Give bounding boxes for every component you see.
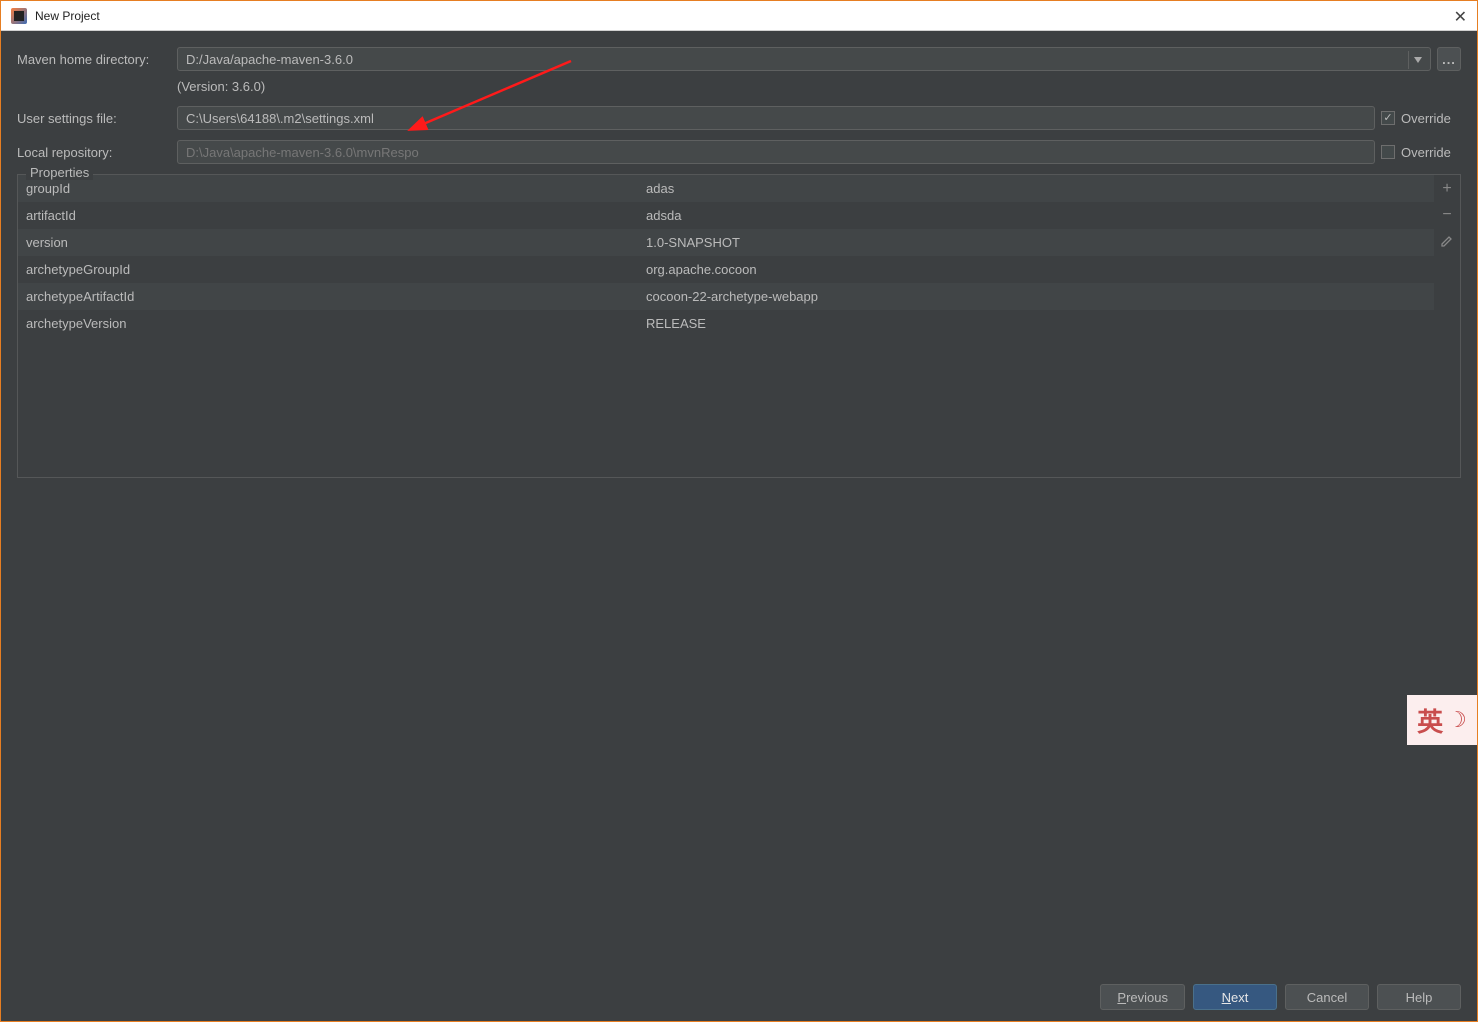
- prop-key: archetypeArtifactId: [18, 289, 638, 304]
- ellipsis-icon: ...: [1442, 52, 1456, 67]
- cancel-button[interactable]: Cancel: [1285, 984, 1369, 1010]
- override-user-settings-checkbox[interactable]: [1381, 111, 1395, 125]
- prop-val: RELEASE: [638, 316, 1434, 331]
- previous-button[interactable]: Previous: [1100, 984, 1185, 1010]
- table-row[interactable]: groupId adas: [18, 175, 1434, 202]
- next-button[interactable]: Next: [1193, 984, 1277, 1010]
- maven-home-value: D:/Java/apache-maven-3.6.0: [186, 52, 353, 67]
- label-user-settings: User settings file:: [17, 111, 177, 126]
- table-row[interactable]: artifactId adsda: [18, 202, 1434, 229]
- table-row[interactable]: version 1.0-SNAPSHOT: [18, 229, 1434, 256]
- add-property-button[interactable]: +: [1437, 179, 1457, 199]
- app-icon: [11, 8, 27, 24]
- prop-val: adas: [638, 181, 1434, 196]
- label-local-repo: Local repository:: [17, 145, 177, 160]
- maven-version-note: (Version: 3.6.0): [177, 79, 1461, 94]
- dialog-footer: Previous Next Cancel Help: [1, 973, 1477, 1021]
- local-repo-value: D:\Java\apache-maven-3.6.0\mvnRespo: [186, 145, 419, 160]
- row-maven-home: Maven home directory: D:/Java/apache-mav…: [17, 47, 1461, 71]
- prop-val: 1.0-SNAPSHOT: [638, 235, 1434, 250]
- window-title: New Project: [35, 9, 100, 23]
- edit-property-button[interactable]: [1437, 231, 1457, 251]
- ime-char: 英: [1417, 702, 1443, 739]
- override-local-repo-label: Override: [1401, 145, 1451, 160]
- ime-indicator[interactable]: 英 ☽: [1407, 695, 1477, 745]
- table-row[interactable]: archetypeVersion RELEASE: [18, 310, 1434, 337]
- prop-val: cocoon-22-archetype-webapp: [638, 289, 1434, 304]
- maven-home-browse-button[interactable]: ...: [1437, 47, 1461, 71]
- row-user-settings: User settings file: C:\Users\64188\.m2\s…: [17, 106, 1461, 130]
- moon-icon: ☽: [1447, 707, 1467, 733]
- override-user-settings-label: Override: [1401, 111, 1451, 126]
- properties-table: groupId adas artifactId adsda version 1.…: [18, 175, 1434, 477]
- chevron-down-icon[interactable]: [1408, 51, 1426, 69]
- properties-empty-area: [18, 337, 1434, 477]
- local-repo-input: D:\Java\apache-maven-3.6.0\mvnRespo: [177, 140, 1375, 164]
- table-row[interactable]: archetypeGroupId org.apache.cocoon: [18, 256, 1434, 283]
- override-local-repo-checkbox[interactable]: [1381, 145, 1395, 159]
- properties-toolbar: + −: [1434, 175, 1460, 477]
- properties-fieldset: Properties groupId adas artifactId adsda…: [17, 174, 1461, 478]
- prop-val: org.apache.cocoon: [638, 262, 1434, 277]
- row-local-repo: Local repository: D:\Java\apache-maven-3…: [17, 140, 1461, 164]
- help-button[interactable]: Help: [1377, 984, 1461, 1010]
- prop-key: archetypeGroupId: [18, 262, 638, 277]
- table-row[interactable]: archetypeArtifactId cocoon-22-archetype-…: [18, 283, 1434, 310]
- remove-property-button[interactable]: −: [1437, 205, 1457, 225]
- properties-legend: Properties: [26, 165, 93, 180]
- maven-home-combo[interactable]: D:/Java/apache-maven-3.6.0: [177, 47, 1431, 71]
- prop-key: version: [18, 235, 638, 250]
- previous-rest: revious: [1126, 990, 1168, 1005]
- titlebar: New Project ✕: [1, 1, 1477, 31]
- user-settings-input[interactable]: C:\Users\64188\.m2\settings.xml: [177, 106, 1375, 130]
- next-rest: ext: [1231, 990, 1248, 1005]
- prop-key: archetypeVersion: [18, 316, 638, 331]
- label-maven-home: Maven home directory:: [17, 52, 177, 67]
- dialog-content: Maven home directory: D:/Java/apache-mav…: [1, 31, 1477, 494]
- user-settings-value: C:\Users\64188\.m2\settings.xml: [186, 111, 374, 126]
- prop-val: adsda: [638, 208, 1434, 223]
- prop-key: groupId: [18, 181, 638, 196]
- close-icon[interactable]: ✕: [1454, 7, 1467, 27]
- prop-key: artifactId: [18, 208, 638, 223]
